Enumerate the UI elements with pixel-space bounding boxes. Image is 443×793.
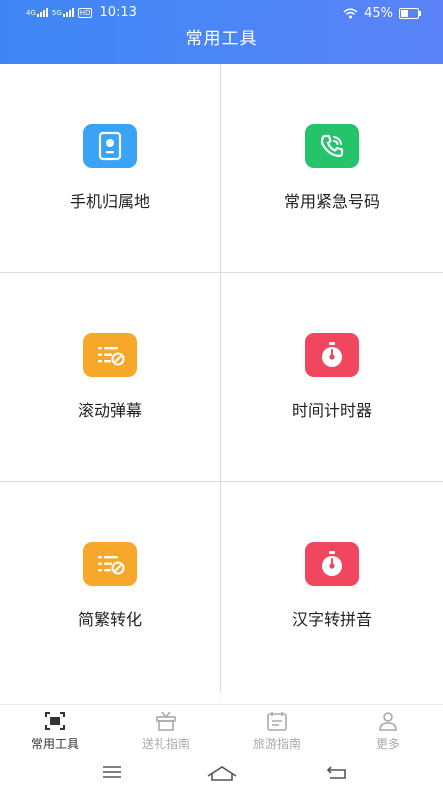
signal-bars-icon bbox=[62, 8, 74, 17]
tool-scrolling-barrage[interactable]: 滚动弹幕 bbox=[0, 273, 220, 481]
tools-scan-icon bbox=[45, 712, 65, 730]
tool-label: 滚动弹幕 bbox=[77, 401, 142, 420]
phone-location-icon bbox=[83, 124, 137, 168]
hd-badge: HD bbox=[77, 7, 93, 18]
app-header: 4G 5G HD 10:13 45% 常用工具 bbox=[0, 0, 443, 64]
wifi-icon bbox=[343, 8, 358, 19]
tab-label: 旅游指南 bbox=[252, 737, 301, 751]
tool-hanzi-to-pinyin[interactable]: 汉字转拼音 bbox=[221, 482, 443, 704]
tab-more[interactable]: 更多 bbox=[338, 711, 438, 757]
stopwatch-icon bbox=[305, 542, 359, 586]
person-icon bbox=[379, 712, 397, 731]
stopwatch-icon bbox=[305, 333, 359, 377]
bottom-tab-bar: 常用工具 送礼指南 旅游指南 更多 bbox=[0, 704, 443, 757]
battery-percent: 45% bbox=[364, 6, 393, 21]
status-time: 10:13 bbox=[99, 5, 137, 20]
tool-timer[interactable]: 时间计时器 bbox=[221, 273, 443, 481]
tab-gift-guide[interactable]: 送礼指南 bbox=[116, 711, 216, 757]
tool-simplified-traditional[interactable]: 简繁转化 bbox=[0, 482, 220, 704]
page-title: 常用工具 bbox=[185, 29, 258, 49]
status-bar: 4G 5G HD 10:13 45% bbox=[0, 0, 443, 26]
tab-travel-guide[interactable]: 旅游指南 bbox=[227, 711, 327, 757]
tab-label: 常用工具 bbox=[30, 737, 79, 751]
barrage-icon bbox=[83, 333, 137, 377]
tab-common-tools[interactable]: 常用工具 bbox=[5, 711, 105, 757]
gift-icon bbox=[156, 711, 176, 731]
phone-call-icon bbox=[305, 124, 359, 168]
menu-icon[interactable] bbox=[101, 764, 123, 780]
signal-2: 5G bbox=[52, 8, 74, 17]
back-icon[interactable] bbox=[326, 764, 348, 780]
tool-emergency-numbers[interactable]: 常用紧急号码 bbox=[221, 64, 443, 272]
tool-phone-location[interactable]: 手机归属地 bbox=[0, 64, 220, 272]
signal-1: 4G bbox=[26, 8, 48, 17]
home-icon[interactable] bbox=[206, 764, 238, 782]
tool-label: 常用紧急号码 bbox=[283, 192, 380, 211]
network-type-2: 5G bbox=[51, 9, 62, 17]
system-nav-bar bbox=[0, 756, 443, 793]
tool-label: 简繁转化 bbox=[77, 610, 142, 629]
convert-icon bbox=[83, 542, 137, 586]
signal-bars-icon bbox=[36, 8, 48, 17]
tool-label: 汉字转拼音 bbox=[291, 610, 372, 629]
tool-label: 时间计时器 bbox=[291, 401, 372, 420]
network-type-1: 4G bbox=[26, 9, 36, 17]
battery-level bbox=[401, 10, 408, 17]
grid-divider bbox=[0, 272, 443, 273]
grid-divider bbox=[220, 64, 221, 692]
tool-label: 手机归属地 bbox=[69, 192, 150, 211]
battery-icon bbox=[399, 8, 421, 19]
tab-label: 送礼指南 bbox=[141, 737, 190, 751]
calendar-icon bbox=[267, 712, 287, 731]
tab-label: 更多 bbox=[375, 737, 400, 751]
grid-divider bbox=[0, 481, 443, 482]
